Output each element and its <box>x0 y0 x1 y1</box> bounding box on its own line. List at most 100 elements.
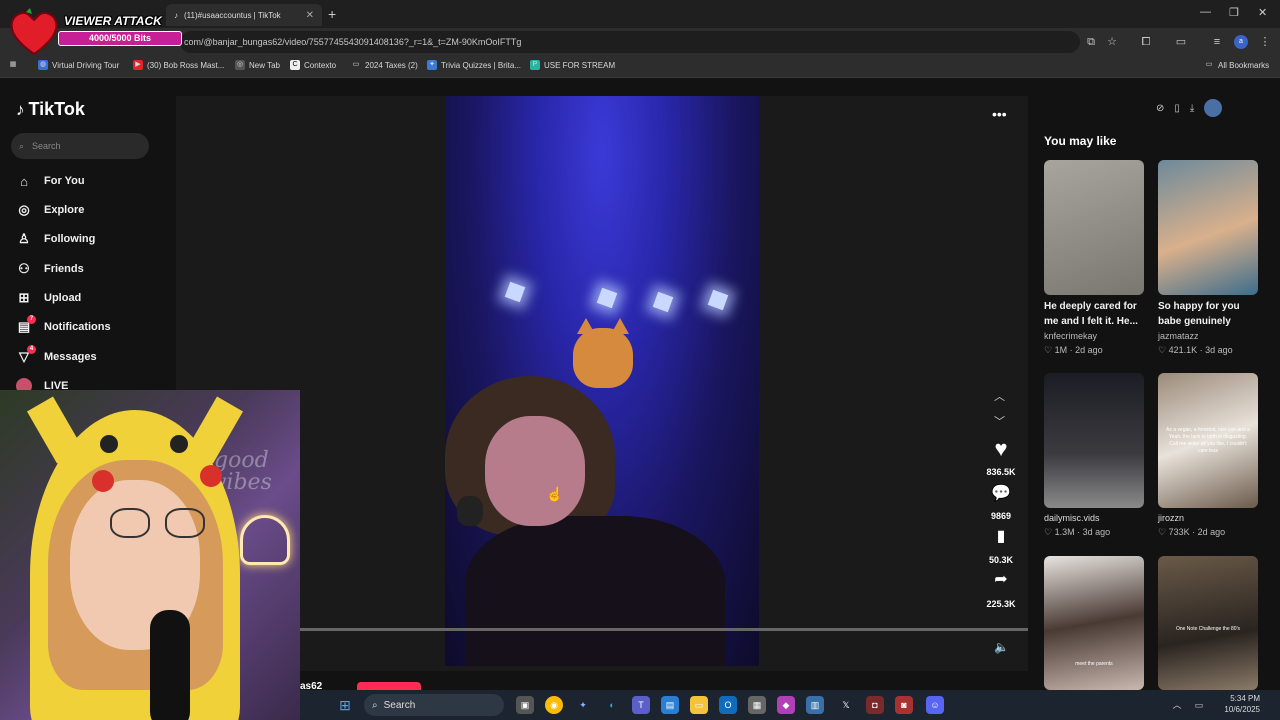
sidebar-item-upload[interactable]: ⊞ Upload <box>16 290 82 306</box>
download-icon[interactable]: ⤓ <box>1190 103 1194 117</box>
new-tab-button[interactable]: + <box>328 6 336 22</box>
edge-icon[interactable]: ◐ <box>603 696 621 714</box>
video-thumbnail <box>1044 160 1144 295</box>
sidebar-item-messages[interactable]: ▽ 4 Messages <box>16 345 97 365</box>
task-view-icon[interactable]: ▣ <box>516 696 534 714</box>
card-author: jirozzn <box>1158 513 1185 523</box>
video-frame[interactable]: ☝ <box>445 96 759 666</box>
volume-icon[interactable]: 🔈 <box>994 640 1009 654</box>
menu-dots-icon[interactable]: ⋮ <box>1258 35 1272 49</box>
sidebar-item-for-you[interactable]: ⌂ For You <box>16 173 84 189</box>
discord-icon[interactable]: ☺ <box>926 696 944 714</box>
minimize-icon[interactable]: — <box>1200 6 1211 18</box>
apps-icon[interactable]: ▦ <box>8 60 18 70</box>
share-icon[interactable]: ➦ <box>985 569 1017 589</box>
clock-time: 5:34 PM <box>1230 694 1260 703</box>
hood-eye-image <box>170 435 188 453</box>
following-icon: ♙ <box>18 231 30 246</box>
copilot-icon[interactable]: ✦ <box>574 696 592 714</box>
app-icon[interactable]: ◙ <box>895 696 913 714</box>
stage-light <box>504 281 526 303</box>
photos-icon[interactable]: ▤ <box>661 696 679 714</box>
nav-label: Notifications <box>44 321 111 333</box>
card-age: 3d ago <box>1205 345 1233 355</box>
home-icon: ⌂ <box>20 173 28 189</box>
recommended-video-card[interactable]: One Note Challenge the 80's <box>1158 556 1259 690</box>
user-avatar-icon[interactable] <box>1204 99 1223 117</box>
restore-icon[interactable]: ❐ <box>1229 6 1239 19</box>
bookmark-item[interactable]: ◎ New Tab <box>235 60 280 70</box>
recommended-video-card[interactable]: meet the parents <box>1044 556 1145 690</box>
outlook-icon[interactable]: O <box>719 696 737 714</box>
notification-badge: 7 <box>27 315 36 324</box>
browser-tab-bar: ♪ (11)#usaaccountus | TikTok ✕ + — ❐ ✕ <box>0 0 1280 28</box>
teams-icon[interactable]: T <box>632 696 650 714</box>
media-icon[interactable]: ≡ <box>1210 35 1224 49</box>
search-input[interactable]: ⌕ Search <box>11 133 149 159</box>
store-icon[interactable]: ▦ <box>748 696 766 714</box>
taskbar-search[interactable]: ⌕ Search <box>364 694 504 716</box>
extensions-icon[interactable]: ⧠ <box>1139 35 1153 49</box>
tiktok-note-icon: ♪ <box>16 99 25 119</box>
video-player[interactable]: ☝ ••• ︿ ﹀ ♥ 836.5K 💬 9869 ▮ 50.3K ➦ 225.… <box>176 96 1028 671</box>
tray-chevron-icon[interactable]: ︿ <box>1168 696 1186 714</box>
windows-start-icon[interactable]: ⊞ <box>336 696 354 714</box>
file-explorer-icon[interactable]: ▭ <box>690 696 708 714</box>
search-icon: ⌕ <box>372 699 378 711</box>
comment-icon[interactable]: 💬 <box>985 483 1017 503</box>
app-icon[interactable]: ◘ <box>866 696 884 714</box>
bookmark-label: New Tab <box>249 60 280 70</box>
chevron-up-icon[interactable]: ︿ <box>994 388 1005 404</box>
card-age: 2d ago <box>1075 345 1103 355</box>
recommended-video-card[interactable]: dailymisc.vids ♡ 1.3M · 3d ago <box>1044 373 1145 538</box>
sidebar-icon[interactable]: ▭ <box>1174 35 1188 49</box>
bookmark-folder[interactable]: ▭ 2024 Taxes (2) <box>351 60 418 70</box>
sidebar-item-notifications[interactable]: ▤ 7 Notifications <box>16 315 111 335</box>
singer-shirt <box>465 516 725 666</box>
nav-label: Messages <box>44 351 97 363</box>
url-field[interactable]: com/@banjar_bungas62/video/7557745543091… <box>180 31 1080 53</box>
tab-tiktok[interactable]: ♪ (11)#usaaccountus | TikTok ✕ <box>166 4 322 26</box>
more-options-icon[interactable]: ••• <box>992 106 1007 122</box>
close-tab-icon[interactable]: ✕ <box>306 10 314 21</box>
x-icon[interactable]: 𝕏 <box>837 696 855 714</box>
url-text: com/@banjar_bungas62/video/7557745543091… <box>184 37 522 47</box>
card-stats: ♡ 733K · 2d ago <box>1158 527 1226 537</box>
install-app-icon[interactable]: ⧉ <box>1084 35 1098 49</box>
comments-count: 9869 <box>990 511 1012 521</box>
bookmark-item[interactable]: P USE FOR STREAM <box>530 60 615 70</box>
taskbar-clock[interactable]: 5:34 PM 10/6/2025 <box>1210 693 1260 715</box>
follow-button[interactable] <box>357 682 421 690</box>
chrome-icon[interactable]: ◉ <box>545 696 563 714</box>
app-icon[interactable]: ◆ <box>777 696 795 714</box>
chevron-down-icon[interactable]: ﹀ <box>994 413 1005 429</box>
recommended-video-card[interactable]: So happy for you babe genuinely jazmataz… <box>1158 160 1259 356</box>
sidebar-item-following[interactable]: ♙ Following <box>16 231 95 247</box>
link-icon[interactable]: ⊘ <box>1156 103 1164 117</box>
tiktok-logo[interactable]: ♪ TikTok <box>16 99 85 120</box>
bookmark-item[interactable]: ✦ Trivia Quizzes | Brita... <box>427 60 521 70</box>
recommended-video-card[interactable]: As a vegan, a feminist, non-con and a Ye… <box>1158 373 1259 538</box>
bookmark-icon[interactable]: ▮ <box>985 526 1017 546</box>
recommended-video-card[interactable]: He deeply cared for me and I felt it. He… <box>1044 160 1145 356</box>
stage-light <box>596 287 618 309</box>
sidebar-item-friends[interactable]: ⚇ Friends <box>16 261 84 277</box>
singer-face <box>485 416 585 526</box>
profile-avatar[interactable]: a <box>1234 35 1248 49</box>
bookmark-item[interactable]: C Contexto <box>290 60 336 70</box>
bookmark-label: Trivia Quizzes | Brita... <box>441 60 522 70</box>
bookmark-item[interactable]: ◍ Virtual Driving Tour <box>38 60 119 70</box>
close-window-icon[interactable]: ✕ <box>1258 6 1267 19</box>
heart-icon[interactable]: ♥ <box>985 436 1017 462</box>
app-icon[interactable]: ▥ <box>806 696 824 714</box>
star-icon[interactable]: ☆ <box>1105 35 1119 49</box>
hand-cursor-icon: ☝ <box>546 486 564 502</box>
search-icon: ⌕ <box>19 140 25 151</box>
sidebar-item-explore[interactable]: ◎ Explore <box>16 202 84 218</box>
phone-icon[interactable]: ▯ <box>1174 103 1180 117</box>
thumbnail-caption: As a vegan, a feminist, non-con and a Ye… <box>1166 427 1250 454</box>
all-bookmarks-folder[interactable]: ▭ All Bookmarks <box>1204 60 1269 70</box>
network-icon[interactable]: ▭ <box>1190 696 1208 714</box>
video-progress-bar[interactable] <box>176 628 1028 631</box>
bookmark-item[interactable]: ▶ (30) Bob Ross Mast... <box>133 60 224 70</box>
